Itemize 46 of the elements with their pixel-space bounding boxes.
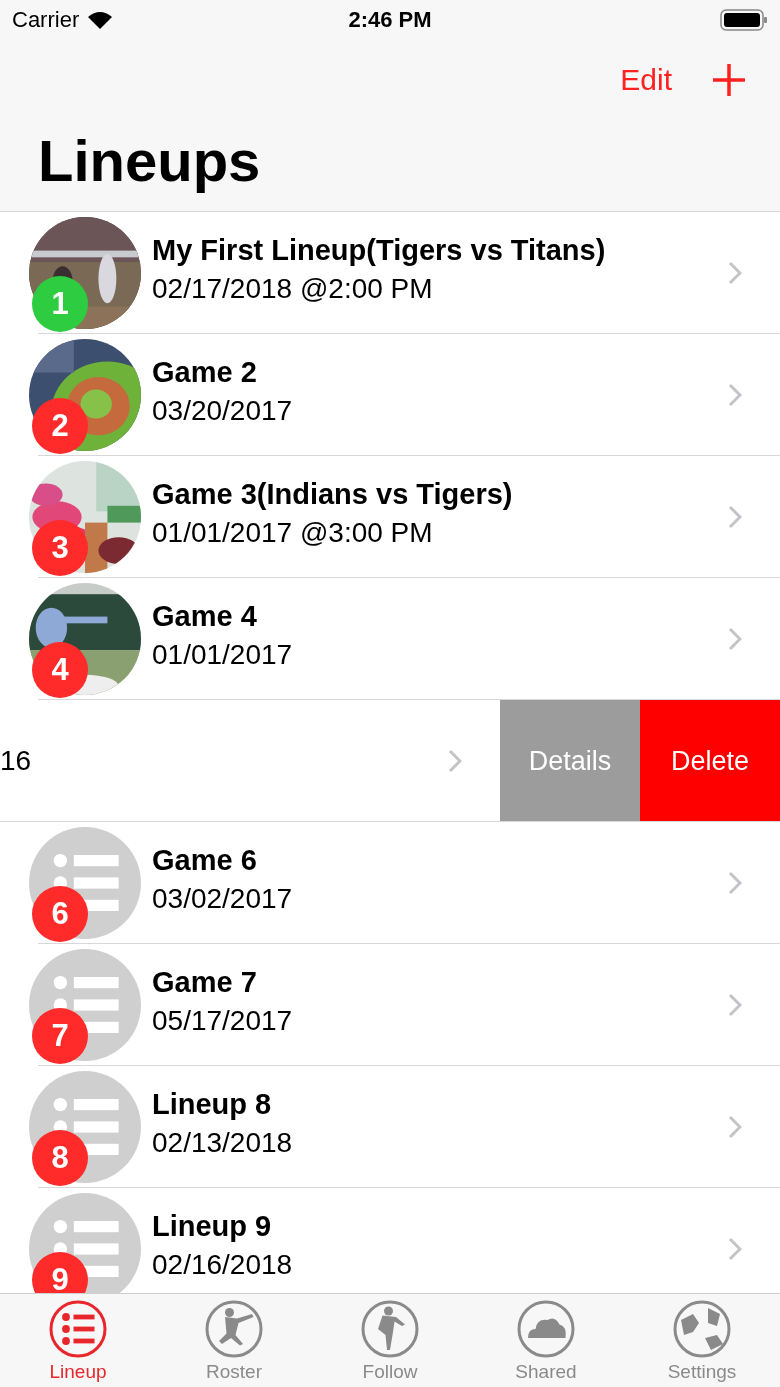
chevron-icon (728, 1237, 742, 1261)
chevron-icon (728, 1115, 742, 1139)
lineup-date: 01/01/2017 (152, 638, 293, 671)
lineup-date: 02/13/2018 (152, 1126, 293, 1159)
list-icon (48, 1298, 108, 1359)
pitcher-icon (360, 1298, 420, 1359)
batter-icon (204, 1298, 264, 1359)
lineup-row[interactable]: 3 Game 3(Indians vs Tigers) 01/01/2017 @3:00 PM (0, 456, 780, 578)
chevron-icon (728, 871, 742, 895)
carrier-label: Carrier (12, 7, 80, 33)
edit-button[interactable]: Edit (620, 63, 672, 97)
chevron-icon (728, 383, 742, 407)
lineup-date: 03/02/2017 (152, 882, 293, 915)
battery-icon (720, 9, 768, 31)
lineup-title: Game 2 (152, 355, 257, 389)
lineup-row[interactable]: 2 Game 2 03/20/2017 (0, 334, 780, 456)
lineup-row[interactable]: 8 Lineup 8 02/13/2018 (0, 1066, 780, 1188)
lineup-row[interactable]: 1 My First Lineup(Tigers vs Titans) 02/17/2018 @2:00 PM (0, 212, 780, 334)
clock: 2:46 PM (348, 7, 432, 33)
lineup-title: My First Lineup(Tigers vs Titans) (152, 233, 606, 267)
chevron-icon (448, 749, 462, 773)
delete-button[interactable]: Delete (640, 700, 780, 822)
lineup-row[interactable]: 16 (0, 700, 500, 822)
cloud-icon (516, 1298, 576, 1359)
lineup-title: Game 7 (152, 965, 257, 999)
tab[interactable]: Lineup (13, 1294, 143, 1387)
lineup-title: Game 3(Indians vs Tigers) (152, 477, 513, 511)
lineup-row[interactable]: 4 Game 4 01/01/2017 (0, 578, 780, 700)
chevron-icon (728, 627, 742, 651)
lineup-row[interactable]: 7 Game 7 05/17/2017 (0, 944, 780, 1066)
wifi-icon (87, 10, 114, 30)
lineup-date: 01/01/2017 @3:00 PM (152, 516, 433, 549)
lineup-row[interactable]: 6 Game 6 03/02/2017 (0, 822, 780, 944)
lineup-date: 05/17/2017 (152, 1004, 293, 1037)
lineup-title: Game 4 (152, 599, 257, 633)
lineup-date: 02/16/2018 (152, 1248, 293, 1281)
chevron-icon (728, 993, 742, 1017)
chevron-icon (728, 261, 742, 285)
chevron-icon (728, 505, 742, 529)
lineup-title: Lineup 9 (152, 1209, 272, 1243)
lineup-date: 02/17/2018 @2:00 PM (152, 272, 433, 305)
lineup-date: 16 (0, 745, 32, 777)
add-button[interactable] (712, 63, 746, 97)
lineup-title: Game 6 (152, 843, 257, 877)
lineup-date: 03/20/2017 (152, 394, 293, 427)
lineup-title: Lineup 8 (152, 1087, 272, 1121)
